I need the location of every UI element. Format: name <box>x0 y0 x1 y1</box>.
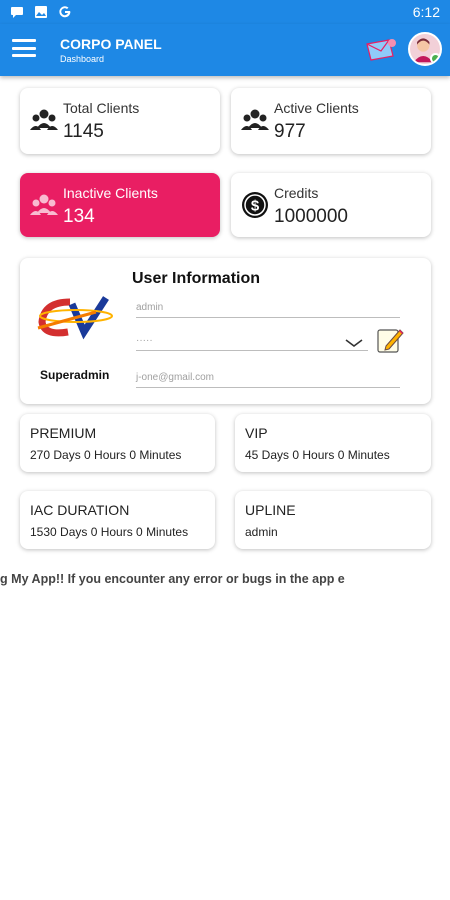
iac-duration-label: IAC DURATION <box>30 502 130 518</box>
user-information-title: User Information <box>132 270 261 287</box>
vip-label: VIP <box>245 425 268 441</box>
image-icon <box>35 6 47 18</box>
credits-value: 1000000 <box>274 206 348 227</box>
iac-duration-value: 1530 Days 0 Hours 0 Minutes <box>30 525 189 539</box>
app-bar: CORPO PANEL Dashboard <box>0 24 450 76</box>
inactive-clients-card[interactable]: Inactive Clients 134 <box>20 173 220 237</box>
iac-duration-card: IAC DURATION 1530 Days 0 Hours 0 Minutes <box>20 491 215 549</box>
users-icon <box>30 194 58 215</box>
total-clients-card[interactable]: Total Clients 1145 <box>20 88 220 154</box>
password-field[interactable]: ····· <box>136 331 368 351</box>
company-logo <box>37 296 113 340</box>
svg-text:$: $ <box>251 198 260 215</box>
users-icon <box>241 109 269 130</box>
status-time: 6:12 <box>412 4 440 20</box>
inactive-clients-value: 134 <box>63 206 95 227</box>
upline-card: UPLINE admin <box>235 491 431 549</box>
premium-label: PREMIUM <box>30 425 97 441</box>
total-clients-label: Total Clients <box>63 100 140 116</box>
upline-value: admin <box>245 525 278 539</box>
message-icon <box>11 7 23 18</box>
total-clients-value: 1145 <box>63 121 104 142</box>
announcement-marquee: sing My App!! If you encounter any error… <box>0 571 450 589</box>
upline-label: UPLINE <box>245 502 296 518</box>
menu-icon[interactable] <box>12 36 36 60</box>
announcement-text: sing My App!! If you encounter any error… <box>0 572 345 586</box>
status-bar: 6:12 <box>0 0 450 24</box>
users-icon <box>30 109 58 130</box>
credits-card[interactable]: $ Credits 1000000 <box>231 173 431 237</box>
vip-card: VIP 45 Days 0 Hours 0 Minutes <box>235 414 431 472</box>
mail-icon[interactable] <box>363 36 399 64</box>
email-field[interactable]: j-one@gmail.com <box>136 368 400 388</box>
active-clients-label: Active Clients <box>274 100 359 116</box>
avatar-icon[interactable] <box>408 32 442 66</box>
premium-value: 270 Days 0 Hours 0 Minutes <box>30 448 182 462</box>
vip-value: 45 Days 0 Hours 0 Minutes <box>245 448 390 462</box>
user-information-card: User Information Superadmin admin ····· … <box>20 258 431 404</box>
inactive-clients-label: Inactive Clients <box>63 185 158 201</box>
chevron-down-icon[interactable] <box>344 338 364 348</box>
active-clients-value: 977 <box>274 121 306 142</box>
app-title: CORPO PANEL <box>60 36 162 52</box>
app-subtitle: Dashboard <box>60 54 105 64</box>
user-role: Superadmin <box>40 368 110 382</box>
dollar-coin-icon: $ <box>242 192 268 218</box>
username-field[interactable]: admin <box>136 298 400 318</box>
credits-label: Credits <box>274 185 319 201</box>
online-indicator <box>430 53 440 64</box>
active-clients-card[interactable]: Active Clients 977 <box>231 88 431 154</box>
google-icon <box>59 6 71 18</box>
premium-card: PREMIUM 270 Days 0 Hours 0 Minutes <box>20 414 215 472</box>
edit-icon[interactable] <box>376 326 404 354</box>
